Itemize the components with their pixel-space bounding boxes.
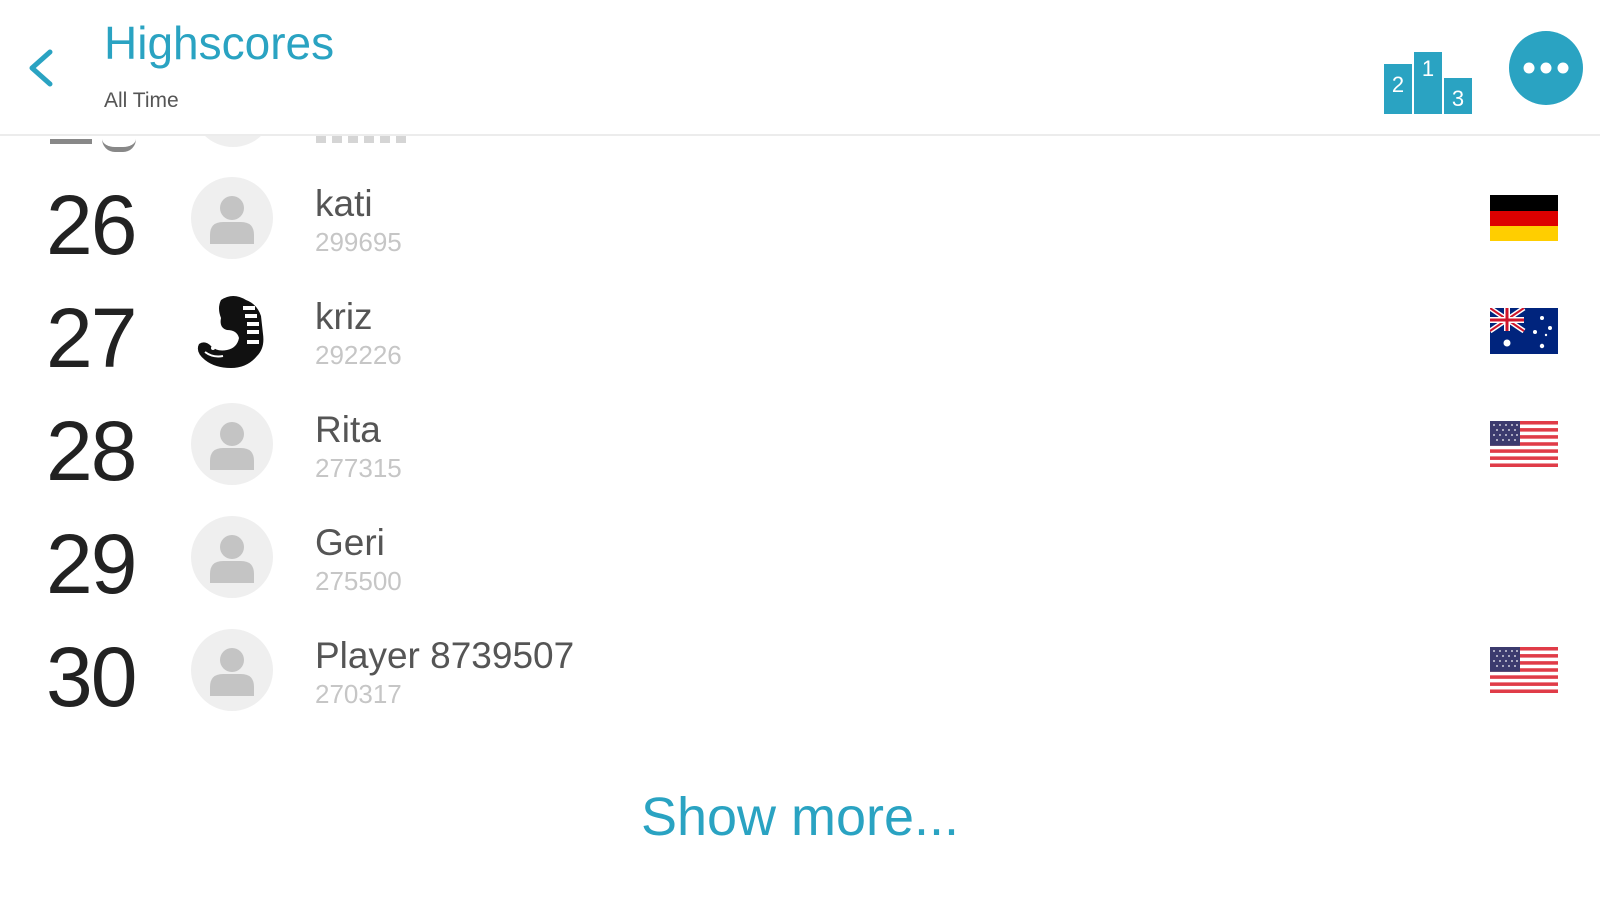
germany-flag-icon [1490,195,1558,241]
rank-number: 28 [46,404,137,498]
podium-third-label: 3 [1452,86,1464,111]
player-name: Geri [315,522,385,563]
list-item[interactable]: 26 kati 299695 [0,177,1600,289]
list-item[interactable]: 28 Rita 277315 [0,403,1600,515]
list-item[interactable]: 27 kriz 292226 [0,290,1600,402]
player-score: 277315 [315,453,402,483]
podium-second-label: 2 [1392,72,1404,97]
list-item[interactable]: 30 Player 8739507 270317 [0,629,1600,741]
default-avatar-icon [191,516,273,598]
list-item[interactable]: 29 Geri 275500 [0,516,1600,628]
back-button[interactable] [22,40,62,96]
rank-number: 27 [46,291,137,385]
app-bar: Highscores All Time 2 1 3 [0,0,1600,136]
podium-first-label: 1 [1422,56,1434,81]
default-avatar-icon [191,177,273,259]
player-score: 299695 [315,227,402,257]
player-name: kati [315,183,373,224]
page-title: Highscores [104,17,335,69]
player-score: 275500 [315,566,402,596]
default-avatar-icon [191,403,273,485]
podium-icon: 2 1 3 [1384,52,1472,114]
player-score: 292226 [315,340,402,370]
podium-button[interactable]: 2 1 3 [1382,48,1474,116]
player-name: Rita [315,409,381,450]
player-name: Player 8739507 [315,635,575,676]
player-score: 270317 [315,679,402,709]
custom-avatar-image [191,290,273,372]
usa-flag-icon [1490,421,1558,467]
more-horizontal-icon [1523,62,1569,74]
australia-flag-icon [1488,305,1558,354]
rank-number: 29 [46,517,137,611]
show-more-button[interactable]: Show more... [0,790,1600,844]
chevron-left-icon [29,49,53,87]
rank-number: 26 [46,178,137,272]
rank-number: 30 [46,630,137,724]
usa-flag-icon [1490,647,1558,693]
score-partial [316,135,408,143]
page-subtitle: All Time [104,89,179,112]
default-avatar-icon [191,629,273,711]
player-name: kriz [315,296,373,337]
more-options-button[interactable] [1509,31,1583,105]
